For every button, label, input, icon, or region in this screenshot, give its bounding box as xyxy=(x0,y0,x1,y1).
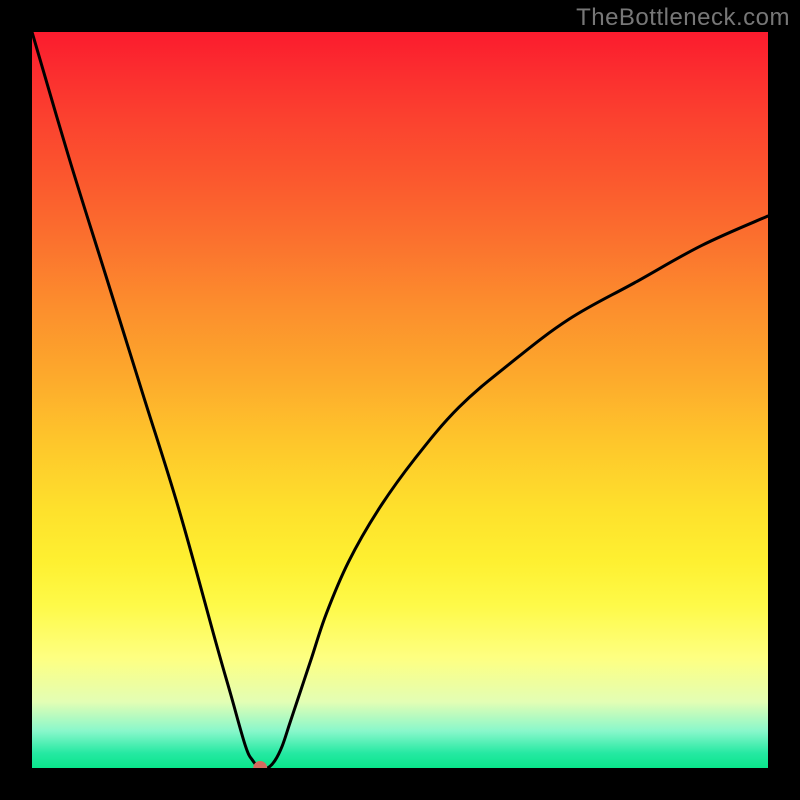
watermark-text: TheBottleneck.com xyxy=(576,4,790,32)
plot-area xyxy=(32,32,768,768)
gradient-background xyxy=(32,32,768,768)
chart-frame: TheBottleneck.com xyxy=(0,0,800,800)
